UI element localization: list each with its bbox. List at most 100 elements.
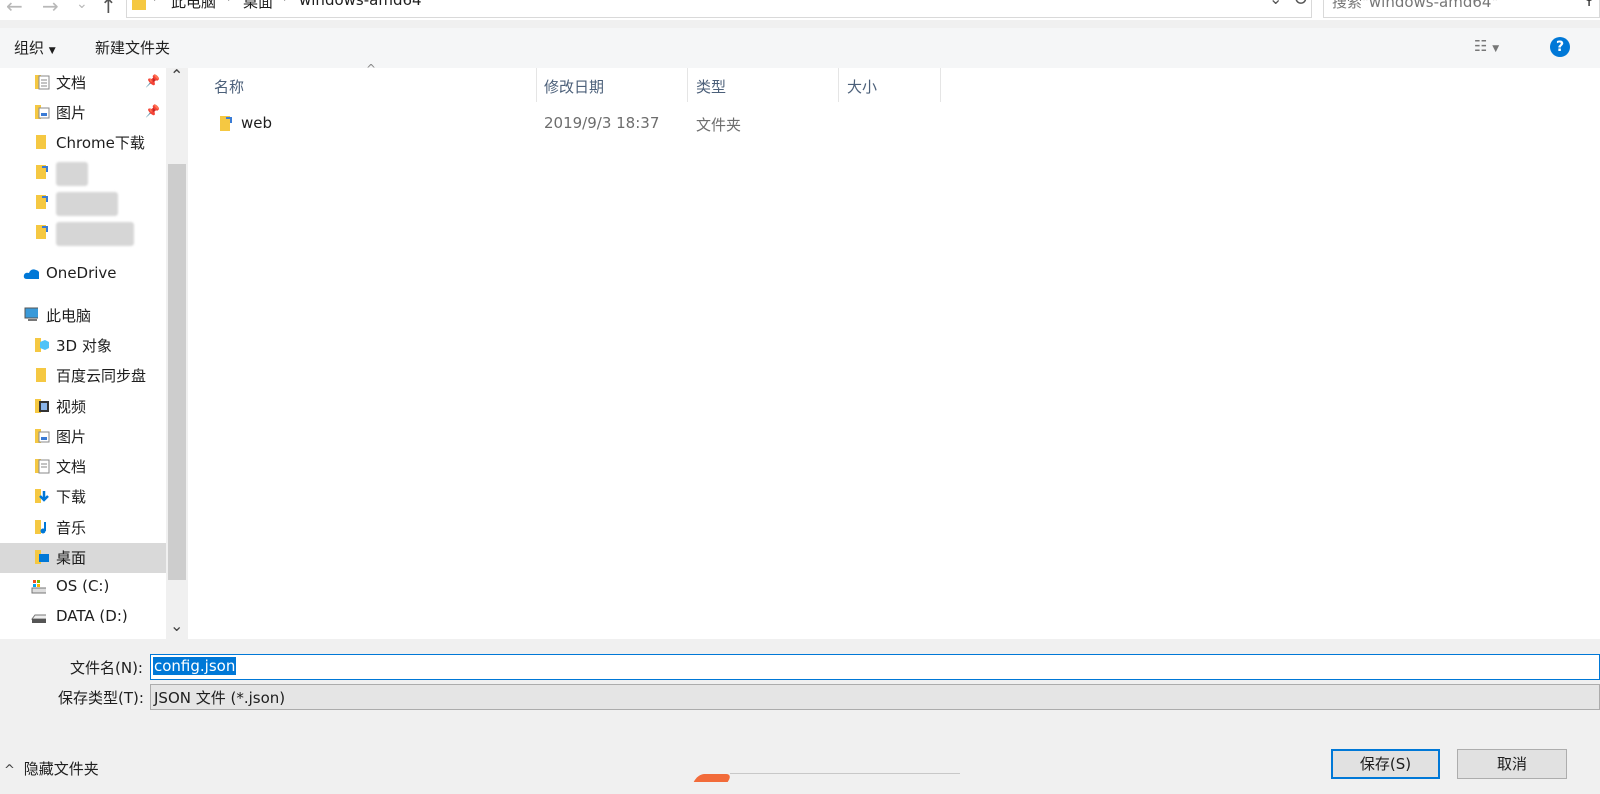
folder-icon (36, 368, 46, 382)
system-drive-icon (31, 580, 46, 594)
sidebar-item-chrome-downloads[interactable]: Chrome下载 (0, 128, 166, 158)
filename-value: config.json (153, 657, 237, 675)
redacted-label (56, 162, 88, 186)
column-header-modified[interactable]: 修改日期 (544, 76, 604, 97)
hide-folders-toggle[interactable]: ^ 隐藏文件夹 (4, 758, 99, 779)
filetype-label: 保存类型(T): (58, 689, 144, 707)
organize-button[interactable]: 组织 ▼ (14, 37, 56, 58)
sidebar-item-label: OS (C:) (56, 577, 110, 595)
address-dropdown-button[interactable]: ⌄ (1269, 0, 1282, 8)
back-button[interactable]: ← (6, 0, 23, 18)
column-header-size[interactable]: 大小 (847, 76, 877, 97)
column-divider[interactable] (838, 68, 839, 102)
sidebar-item-redacted[interactable] (0, 188, 166, 218)
sidebar-item-3d-objects[interactable]: 3D 对象 (0, 331, 166, 361)
sidebar-item-this-pc[interactable]: 此电脑 (0, 301, 166, 331)
breadcrumb-separator: › (283, 0, 289, 6)
sidebar-item-label: 百度云同步盘 (56, 367, 147, 385)
column-header-name[interactable]: 名称 (214, 76, 244, 97)
shortcut-folder-icon (36, 225, 48, 239)
pin-icon[interactable]: 📌 (145, 74, 160, 88)
new-folder-button[interactable]: 新建文件夹 (95, 37, 170, 58)
pin-icon[interactable]: 📌 (145, 104, 160, 118)
column-divider[interactable] (536, 68, 537, 102)
address-field[interactable]: › 此电脑 › 桌面 › windows-amd64 ⌄ ↻ (126, 0, 1312, 18)
search-box[interactable]: 搜索"windows-amd64" ⚲ (1323, 0, 1600, 18)
sidebar-item-label: 桌面 (56, 549, 87, 567)
videos-icon (35, 399, 49, 413)
help-button[interactable]: ? (1550, 37, 1570, 57)
shortcut-folder-icon (36, 165, 48, 179)
refresh-button[interactable]: ↻ (1293, 0, 1308, 10)
sidebar-item-label: 此电脑 (46, 307, 92, 325)
chevron-up-icon: ^ (4, 763, 15, 778)
address-bar: ← → ⌄ ↑ › 此电脑 › 桌面 › windows-amd64 ⌄ ↻ 搜… (0, 0, 1600, 20)
file-modified: 2019/9/3 18:37 (544, 114, 660, 132)
computer-icon (24, 307, 38, 321)
sidebar-item-videos[interactable]: 视频 (0, 392, 166, 422)
recent-locations-button[interactable]: ⌄ (76, 0, 88, 12)
search-icon[interactable]: ⚲ (1583, 0, 1595, 8)
column-header-type[interactable]: 类型 (696, 76, 726, 97)
sidebar-item-label: 文档 (56, 458, 87, 476)
breadcrumb-desktop[interactable]: 桌面 (243, 0, 273, 12)
documents-icon (35, 75, 50, 90)
sidebar-item-onedrive[interactable]: OneDrive (0, 260, 166, 290)
redacted-label (56, 222, 134, 246)
breadcrumb-separator: › (153, 0, 159, 6)
sidebar-item-music[interactable]: 音乐 (0, 513, 166, 543)
sidebar-item-label: 视频 (56, 398, 87, 416)
sidebar-item-desktop[interactable]: 桌面 (0, 543, 166, 573)
sidebar-item-redacted[interactable] (0, 158, 166, 188)
filename-label: 文件名(N): (70, 659, 143, 677)
sidebar-item-documents[interactable]: 文档 (0, 452, 166, 482)
cursor-decoration (693, 774, 733, 782)
cancel-button[interactable]: 取消 (1457, 749, 1567, 779)
sidebar-item-downloads[interactable]: 下载 (0, 482, 166, 512)
sidebar-item-pictures[interactable]: 图片 (0, 422, 166, 452)
file-name: web (241, 114, 273, 132)
3d-objects-icon (35, 338, 49, 352)
column-divider[interactable] (940, 68, 941, 102)
save-button[interactable]: 保存(S) (1331, 749, 1440, 779)
redacted-label (56, 192, 118, 216)
sidebar-item-os-drive[interactable]: OS (C:) (0, 573, 166, 603)
filetype-select[interactable]: JSON 文件 (*.json) (150, 684, 1600, 710)
save-form: 文件名(N): config.json 保存类型(T): JSON 文件 (*.… (0, 639, 1600, 794)
drive-icon (31, 614, 46, 623)
sidebar-item-label: 文档 (56, 74, 87, 92)
search-placeholder: 搜索"windows-amd64" (1332, 0, 1499, 11)
sidebar-item-pictures-pinned[interactable]: 图片 📌 (0, 98, 166, 128)
pictures-icon (35, 429, 50, 443)
scrollbar-thumb[interactable] (168, 164, 186, 580)
filename-input[interactable]: config.json (150, 654, 1600, 680)
sidebar-item-documents-pinned[interactable]: 文档 📌 (0, 68, 166, 98)
sidebar-item-label: 图片 (56, 104, 87, 122)
view-options-button[interactable]: ☷ ▼ (1474, 37, 1499, 55)
breadcrumb-current-folder[interactable]: windows-amd64 (299, 0, 422, 9)
file-list: ^ 名称 修改日期 类型 大小 web 2019/9/3 18:37 文件夹 (188, 62, 1600, 639)
forward-button[interactable]: → (42, 0, 59, 18)
sidebar-item-data-drive[interactable]: DATA (D:) (0, 603, 166, 633)
documents-icon (35, 459, 50, 474)
sidebar-item-label: 下载 (56, 488, 87, 506)
sidebar-item-label: 3D 对象 (56, 337, 112, 355)
pictures-icon (35, 105, 50, 119)
music-icon (35, 520, 46, 534)
up-button[interactable]: ↑ (100, 0, 117, 18)
shortcut-folder-icon (220, 116, 232, 131)
folder-icon (36, 135, 46, 149)
breadcrumb-this-pc[interactable]: 此电脑 (171, 0, 216, 12)
scroll-down-button[interactable]: ⌄ (170, 616, 183, 635)
sidebar-item-baidu-sync[interactable]: 百度云同步盘 (0, 361, 166, 391)
details-view-icon: ☷ (1474, 37, 1488, 55)
navigation-pane: 文档 📌 图片 📌 Chrome下载 OneDrive 此电脑 3D 对象 百度… (0, 68, 166, 639)
filetype-value: JSON 文件 (*.json) (154, 689, 286, 707)
sidebar-item-label: DATA (D:) (56, 607, 128, 625)
onedrive-icon (23, 269, 39, 279)
scroll-up-button[interactable]: ⌃ (170, 66, 183, 85)
column-divider[interactable] (687, 68, 688, 102)
divider (730, 773, 960, 774)
sidebar-item-label: 音乐 (56, 519, 87, 537)
sidebar-item-redacted[interactable] (0, 218, 166, 248)
